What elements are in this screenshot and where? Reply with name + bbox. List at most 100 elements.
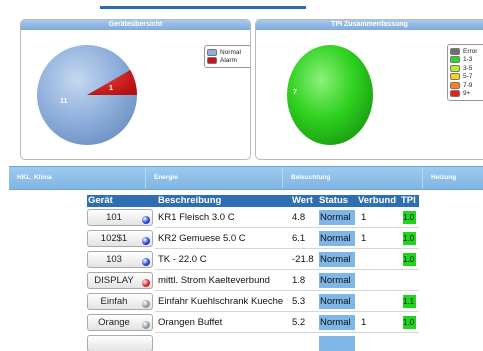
legend-item-normal[interactable]: Normal [207, 48, 249, 57]
device-button[interactable]: Einfah [87, 293, 153, 310]
tpi-badge: 1.0 [403, 253, 416, 266]
table-row-partial[interactable] [87, 333, 419, 351]
description-cell: TK - 22.0 C [158, 254, 207, 265]
legend-swatch-error [450, 47, 460, 55]
category-tab-bar: HKL_Klima Energie Beleuchtung Heizung [9, 166, 483, 190]
description-cell: KR1 Fleisch 3.0 C [158, 212, 235, 223]
pie-label-alarm: 1 [109, 85, 113, 92]
device-button-label: Einfah [100, 296, 128, 307]
legend-label-normal: Normal [220, 48, 241, 56]
header-tpi: TPI [401, 195, 416, 206]
device-status-dot-icon [142, 258, 150, 266]
status-badge [319, 336, 355, 351]
tpi-badge: 1.0 [403, 211, 416, 224]
legend-item-7-9[interactable]: 7-9 [450, 81, 483, 90]
legend-label-alarm: Alarm [220, 57, 237, 65]
group-cell: 1 [361, 317, 367, 328]
tpi-summary-panel: TPI Zusammenfassung 7 Error 1-3 3-5 5-7 [255, 19, 483, 160]
top-scroll-indicator [100, 6, 306, 9]
legend-label-7-9: 7-9 [463, 81, 473, 89]
device-button-label: DISPLAY [94, 275, 134, 286]
device-status-dot-icon [142, 216, 150, 224]
device-status-dot-icon [142, 237, 150, 245]
description-cell: Orangen Buffet [158, 317, 223, 328]
value-cell: 6.1 [292, 233, 306, 244]
status-badge: Normal [319, 294, 355, 309]
status-badge: Normal [319, 252, 355, 267]
device-status-dot-icon [142, 279, 150, 287]
pie-slice-tpi-1-3 [287, 45, 373, 145]
device-button[interactable]: 102$1 [87, 230, 153, 247]
device-button-label: 103 [106, 254, 122, 265]
header-status: Status [319, 195, 349, 206]
status-badge: Normal [319, 273, 355, 288]
device-button[interactable]: DISPLAY [87, 272, 153, 289]
legend-item-3-5[interactable]: 3-5 [450, 64, 483, 73]
device-overview-title: Geräteübersicht [21, 20, 250, 30]
legend-label-3-5: 3-5 [463, 64, 473, 72]
legend-swatch-1-3 [450, 56, 460, 64]
device-button[interactable]: 101 [87, 209, 153, 226]
table-row[interactable]: 103 TK - 22.0 C -21.8 Normal 1.0 [87, 249, 419, 270]
legend-label-1-3: 1-3 [463, 56, 473, 64]
legend-label-5-7: 5-7 [463, 73, 473, 81]
value-cell: 5.3 [292, 296, 306, 307]
legend-item-alarm[interactable]: Alarm [207, 57, 249, 66]
tpi-badge: 1.0 [403, 316, 416, 329]
description-cell: mittl. Strom Kaelteverbund [158, 275, 270, 286]
header-description: Beschreibung [158, 195, 222, 206]
pie-label-normal: 11 [60, 98, 68, 105]
legend-label-error: Error [463, 47, 478, 55]
tpi-summary-pie[interactable] [286, 43, 374, 147]
header-value: Wert [292, 195, 313, 206]
group-cell: 1 [361, 212, 367, 223]
status-badge: Normal [319, 231, 355, 246]
legend-swatch-alarm [207, 57, 217, 65]
device-status-dot-icon [142, 321, 150, 329]
description-cell: Einfahr Kuehlschrank Kueche [158, 296, 284, 307]
table-row[interactable]: DISPLAY mittl. Strom Kaelteverbund 1.8 Norm… [87, 270, 419, 291]
tpi-legend: Error 1-3 3-5 5-7 7-9 9+ [447, 44, 483, 101]
device-button-label: 101 [106, 212, 122, 223]
header-device: Gerät [88, 195, 113, 206]
table-row[interactable]: Einfah Einfahr Kuehlschrank Kueche 5.3 Norm… [87, 291, 419, 312]
header-group: Verbund [358, 195, 397, 206]
legend-swatch-5-7 [450, 73, 460, 81]
legend-label-9-plus: 9+ [463, 90, 471, 98]
legend-item-error[interactable]: Error [450, 47, 483, 56]
tab-hkl-klima[interactable]: HKL_Klima [9, 167, 146, 189]
tab-heizung[interactable]: Heizung [423, 167, 483, 189]
table-row[interactable]: 101 KR1 Fleisch 3.0 C 4.8 Normal 1 1.0 [87, 207, 419, 228]
legend-swatch-normal [207, 48, 217, 56]
legend-swatch-7-9 [450, 81, 460, 89]
legend-swatch-3-5 [450, 64, 460, 72]
value-cell: 5.2 [292, 317, 306, 328]
legend-item-5-7[interactable]: 5-7 [450, 73, 483, 82]
device-button[interactable] [87, 335, 153, 351]
legend-swatch-9-plus [450, 90, 460, 98]
device-table: Gerät Beschreibung Wert Status Verbund T… [87, 195, 419, 351]
table-header: Gerät Beschreibung Wert Status Verbund T… [87, 195, 419, 207]
tpi-summary-title: TPI Zusammenfassung [256, 20, 483, 30]
status-badge: Normal [319, 315, 355, 330]
tab-energie[interactable]: Energie [146, 167, 283, 189]
tpi-badge: 1.1 [403, 295, 416, 308]
tab-beleuchtung[interactable]: Beleuchtung [283, 167, 423, 189]
status-badge: Normal [319, 210, 355, 225]
value-cell: -21.8 [292, 254, 314, 265]
device-button[interactable]: 103 [87, 251, 153, 268]
device-button-label: Orange [98, 317, 130, 328]
device-overview-panel: Geräteübersicht 11 1 Normal Alarm [20, 19, 251, 160]
group-cell: 1 [361, 233, 367, 244]
legend-item-9-plus[interactable]: 9+ [450, 90, 483, 99]
table-row[interactable]: Orange Orangen Buffet 5.2 Normal 1 1.0 [87, 312, 419, 333]
device-overview-pie[interactable] [35, 43, 139, 147]
device-button[interactable]: Orange [87, 314, 153, 331]
value-cell: 4.8 [292, 212, 306, 223]
legend-item-1-3[interactable]: 1-3 [450, 56, 483, 65]
device-overview-legend: Normal Alarm [204, 45, 250, 68]
tpi-badge: 1.0 [403, 232, 416, 245]
value-cell: 1.8 [292, 275, 306, 286]
table-row[interactable]: 102$1 KR2 Gemuese 5.0 C 6.1 Normal 1 1.0 [87, 228, 419, 249]
device-button-label: 102$1 [100, 233, 128, 244]
